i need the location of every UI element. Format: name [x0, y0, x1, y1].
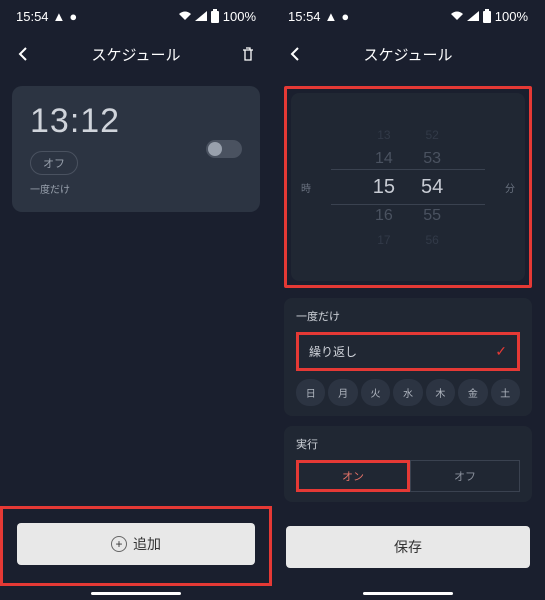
hour-label: 時: [301, 180, 311, 195]
notif-icon-2: ●: [69, 9, 77, 24]
delete-button[interactable]: [236, 42, 260, 66]
exec-label: 実行: [296, 436, 520, 452]
wifi-icon: [178, 11, 192, 21]
hour-option: 17: [377, 233, 390, 247]
battery-icon: [210, 9, 220, 23]
exec-on-button[interactable]: オン: [296, 460, 410, 492]
bottom-bar: 保存: [272, 512, 544, 586]
content-area: 13:12 オフ 一度だけ: [0, 76, 272, 506]
picker-selection-band: [331, 169, 485, 205]
min-option: 56: [425, 233, 438, 247]
nav-bar: [0, 586, 272, 600]
add-button-label: 追加: [133, 534, 161, 554]
day-thu[interactable]: 木: [426, 379, 455, 406]
exec-off-button[interactable]: オフ: [410, 460, 520, 492]
min-option: 53: [423, 150, 441, 168]
exec-row: オン オフ: [296, 460, 520, 492]
add-button[interactable]: + 追加: [17, 523, 255, 565]
save-button-label: 保存: [394, 537, 422, 557]
page-title: スケジュール: [308, 44, 508, 65]
notif-icon-1: ▲: [325, 9, 338, 24]
notif-icon-1: ▲: [53, 9, 66, 24]
min-option: 52: [425, 128, 438, 142]
day-row: 日 月 火 水 木 金 土: [296, 379, 520, 406]
day-sat[interactable]: 土: [491, 379, 520, 406]
header: スケジュール: [0, 32, 272, 76]
status-time: 15:54: [16, 9, 49, 24]
phone-right: 15:54 ▲ ● 100% スケジュール 時 分: [272, 0, 544, 600]
day-sun[interactable]: 日: [296, 379, 325, 406]
min-option: 55: [423, 207, 441, 225]
once-label: 一度だけ: [30, 181, 242, 196]
status-time: 15:54: [288, 9, 321, 24]
content-area: 時 分 13 14 15 16 17 52 53 54 55: [272, 76, 544, 512]
hour-option: 13: [377, 128, 390, 142]
back-button[interactable]: [12, 42, 36, 66]
exec-section: 実行 オン オフ: [284, 426, 532, 502]
plus-icon: +: [111, 536, 127, 552]
page-title: スケジュール: [36, 44, 236, 65]
status-right: 100%: [178, 9, 256, 24]
phone-left: 15:54 ▲ ● 100% スケジュール 13:12: [0, 0, 272, 600]
status-bar: 15:54 ▲ ● 100%: [0, 0, 272, 32]
repeat-section: 一度だけ 繰り返し ✓ 日 月 火 水 木 金 土: [284, 298, 532, 416]
repeat-label: 繰り返し: [309, 343, 357, 360]
nav-bar: [272, 586, 544, 600]
check-icon: ✓: [495, 343, 507, 360]
time-picker-highlight: 時 分 13 14 15 16 17 52 53 54 55: [284, 86, 532, 288]
status-left: 15:54 ▲ ●: [16, 9, 77, 24]
bottom-bar: + 追加: [0, 506, 272, 586]
day-mon[interactable]: 月: [328, 379, 357, 406]
back-button[interactable]: [284, 42, 308, 66]
schedule-time: 13:12: [30, 102, 242, 141]
once-option[interactable]: 一度だけ: [296, 308, 520, 324]
battery-pct: 100%: [495, 9, 528, 24]
battery-icon: [482, 9, 492, 23]
time-picker[interactable]: 時 分 13 14 15 16 17 52 53 54 55: [291, 93, 525, 281]
header: スケジュール: [272, 32, 544, 76]
signal-icon: [467, 11, 479, 21]
toggle-knob: [208, 142, 222, 156]
schedule-toggle[interactable]: [206, 140, 242, 158]
nav-pill[interactable]: [91, 592, 181, 595]
day-fri[interactable]: 金: [458, 379, 487, 406]
nav-pill[interactable]: [363, 592, 453, 595]
min-label: 分: [505, 180, 515, 195]
wifi-icon: [450, 11, 464, 21]
status-bar: 15:54 ▲ ● 100%: [272, 0, 544, 32]
day-wed[interactable]: 水: [393, 379, 422, 406]
day-tue[interactable]: 火: [361, 379, 390, 406]
status-right: 100%: [450, 9, 528, 24]
battery-pct: 100%: [223, 9, 256, 24]
hour-option: 16: [375, 207, 393, 225]
notif-icon-2: ●: [341, 9, 349, 24]
state-badge: オフ: [30, 151, 78, 175]
save-button[interactable]: 保存: [286, 526, 530, 568]
schedule-card[interactable]: 13:12 オフ 一度だけ: [12, 86, 260, 212]
hour-option: 14: [375, 150, 393, 168]
signal-icon: [195, 11, 207, 21]
status-left: 15:54 ▲ ●: [288, 9, 349, 24]
repeat-option[interactable]: 繰り返し ✓: [296, 332, 520, 371]
